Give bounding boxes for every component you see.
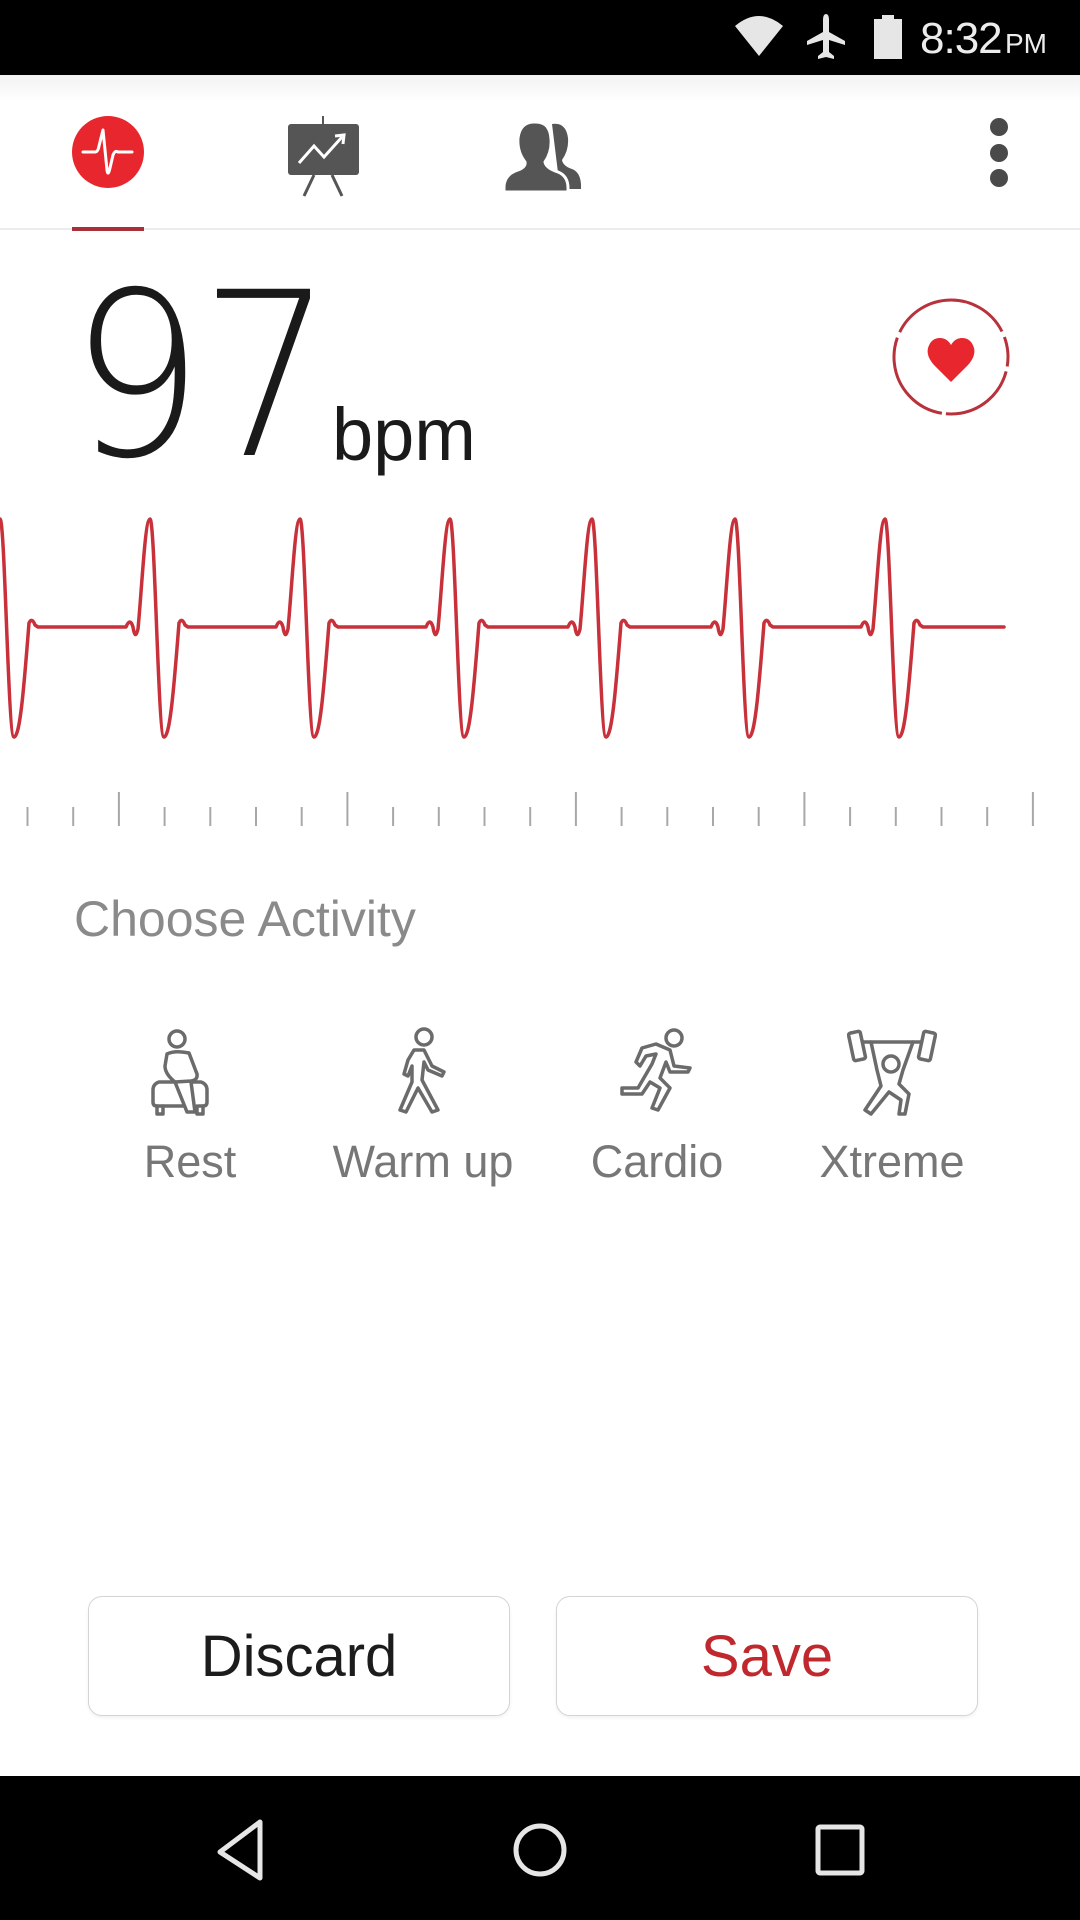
choose-activity-heading: Choose Activity: [74, 891, 416, 947]
tab-history[interactable]: [280, 112, 366, 202]
status-bar: 8:32 PM: [0, 0, 1080, 75]
recents-icon: [815, 1824, 865, 1876]
nav-recents-button[interactable]: [800, 1812, 880, 1888]
ecg-waveform: [0, 517, 1006, 739]
measure-heart-button[interactable]: [890, 296, 1012, 418]
back-icon: [217, 1819, 263, 1881]
clock-time: 8:32: [920, 14, 1003, 63]
activity-label: Cardio: [590, 1136, 724, 1187]
tab-heart-rate[interactable]: [62, 110, 154, 202]
weightlifting-person-icon: [847, 1029, 937, 1116]
save-button[interactable]: Save: [556, 1596, 978, 1716]
nav-home-button[interactable]: [500, 1812, 580, 1888]
bpm-value: 97: [70, 243, 333, 509]
activity-rest[interactable]: Rest: [80, 1020, 300, 1190]
sitting-person-icon: [151, 1029, 209, 1116]
running-person-icon: [620, 1028, 692, 1112]
people-icon: [502, 120, 581, 194]
app-bar-divider: [0, 228, 1080, 230]
more-vert-icon: [990, 118, 1008, 187]
heartbeat-pulse-icon: [72, 116, 144, 188]
navigation-bar: [0, 1776, 1080, 1920]
active-tab-indicator: [72, 227, 144, 231]
nav-back-button[interactable]: [200, 1812, 280, 1888]
time-scale-ticks: [26, 792, 1034, 826]
overflow-menu-button[interactable]: [982, 112, 1016, 194]
activity-xtreme[interactable]: Xtreme: [782, 1020, 1002, 1190]
tab-community[interactable]: [500, 116, 586, 196]
activity-warm-up[interactable]: Warm up: [313, 1020, 533, 1190]
trend-chart-easel-icon: [288, 116, 359, 197]
activity-label: Rest: [143, 1136, 237, 1187]
battery-icon: [874, 15, 902, 59]
discard-button[interactable]: Discard: [88, 1596, 510, 1716]
wifi-icon: [735, 16, 783, 56]
walking-person-icon: [398, 1027, 446, 1114]
activity-label: Warm up: [332, 1136, 514, 1187]
clock-ampm: PM: [1005, 28, 1047, 59]
ecg-trace: [0, 517, 1006, 739]
home-icon: [513, 1823, 567, 1877]
airplane-mode-icon: [807, 14, 845, 59]
bpm-unit: bpm: [332, 393, 476, 476]
activity-label: Xtreme: [819, 1136, 965, 1187]
heart-icon: [892, 298, 1010, 416]
activity-cardio[interactable]: Cardio: [547, 1020, 767, 1190]
